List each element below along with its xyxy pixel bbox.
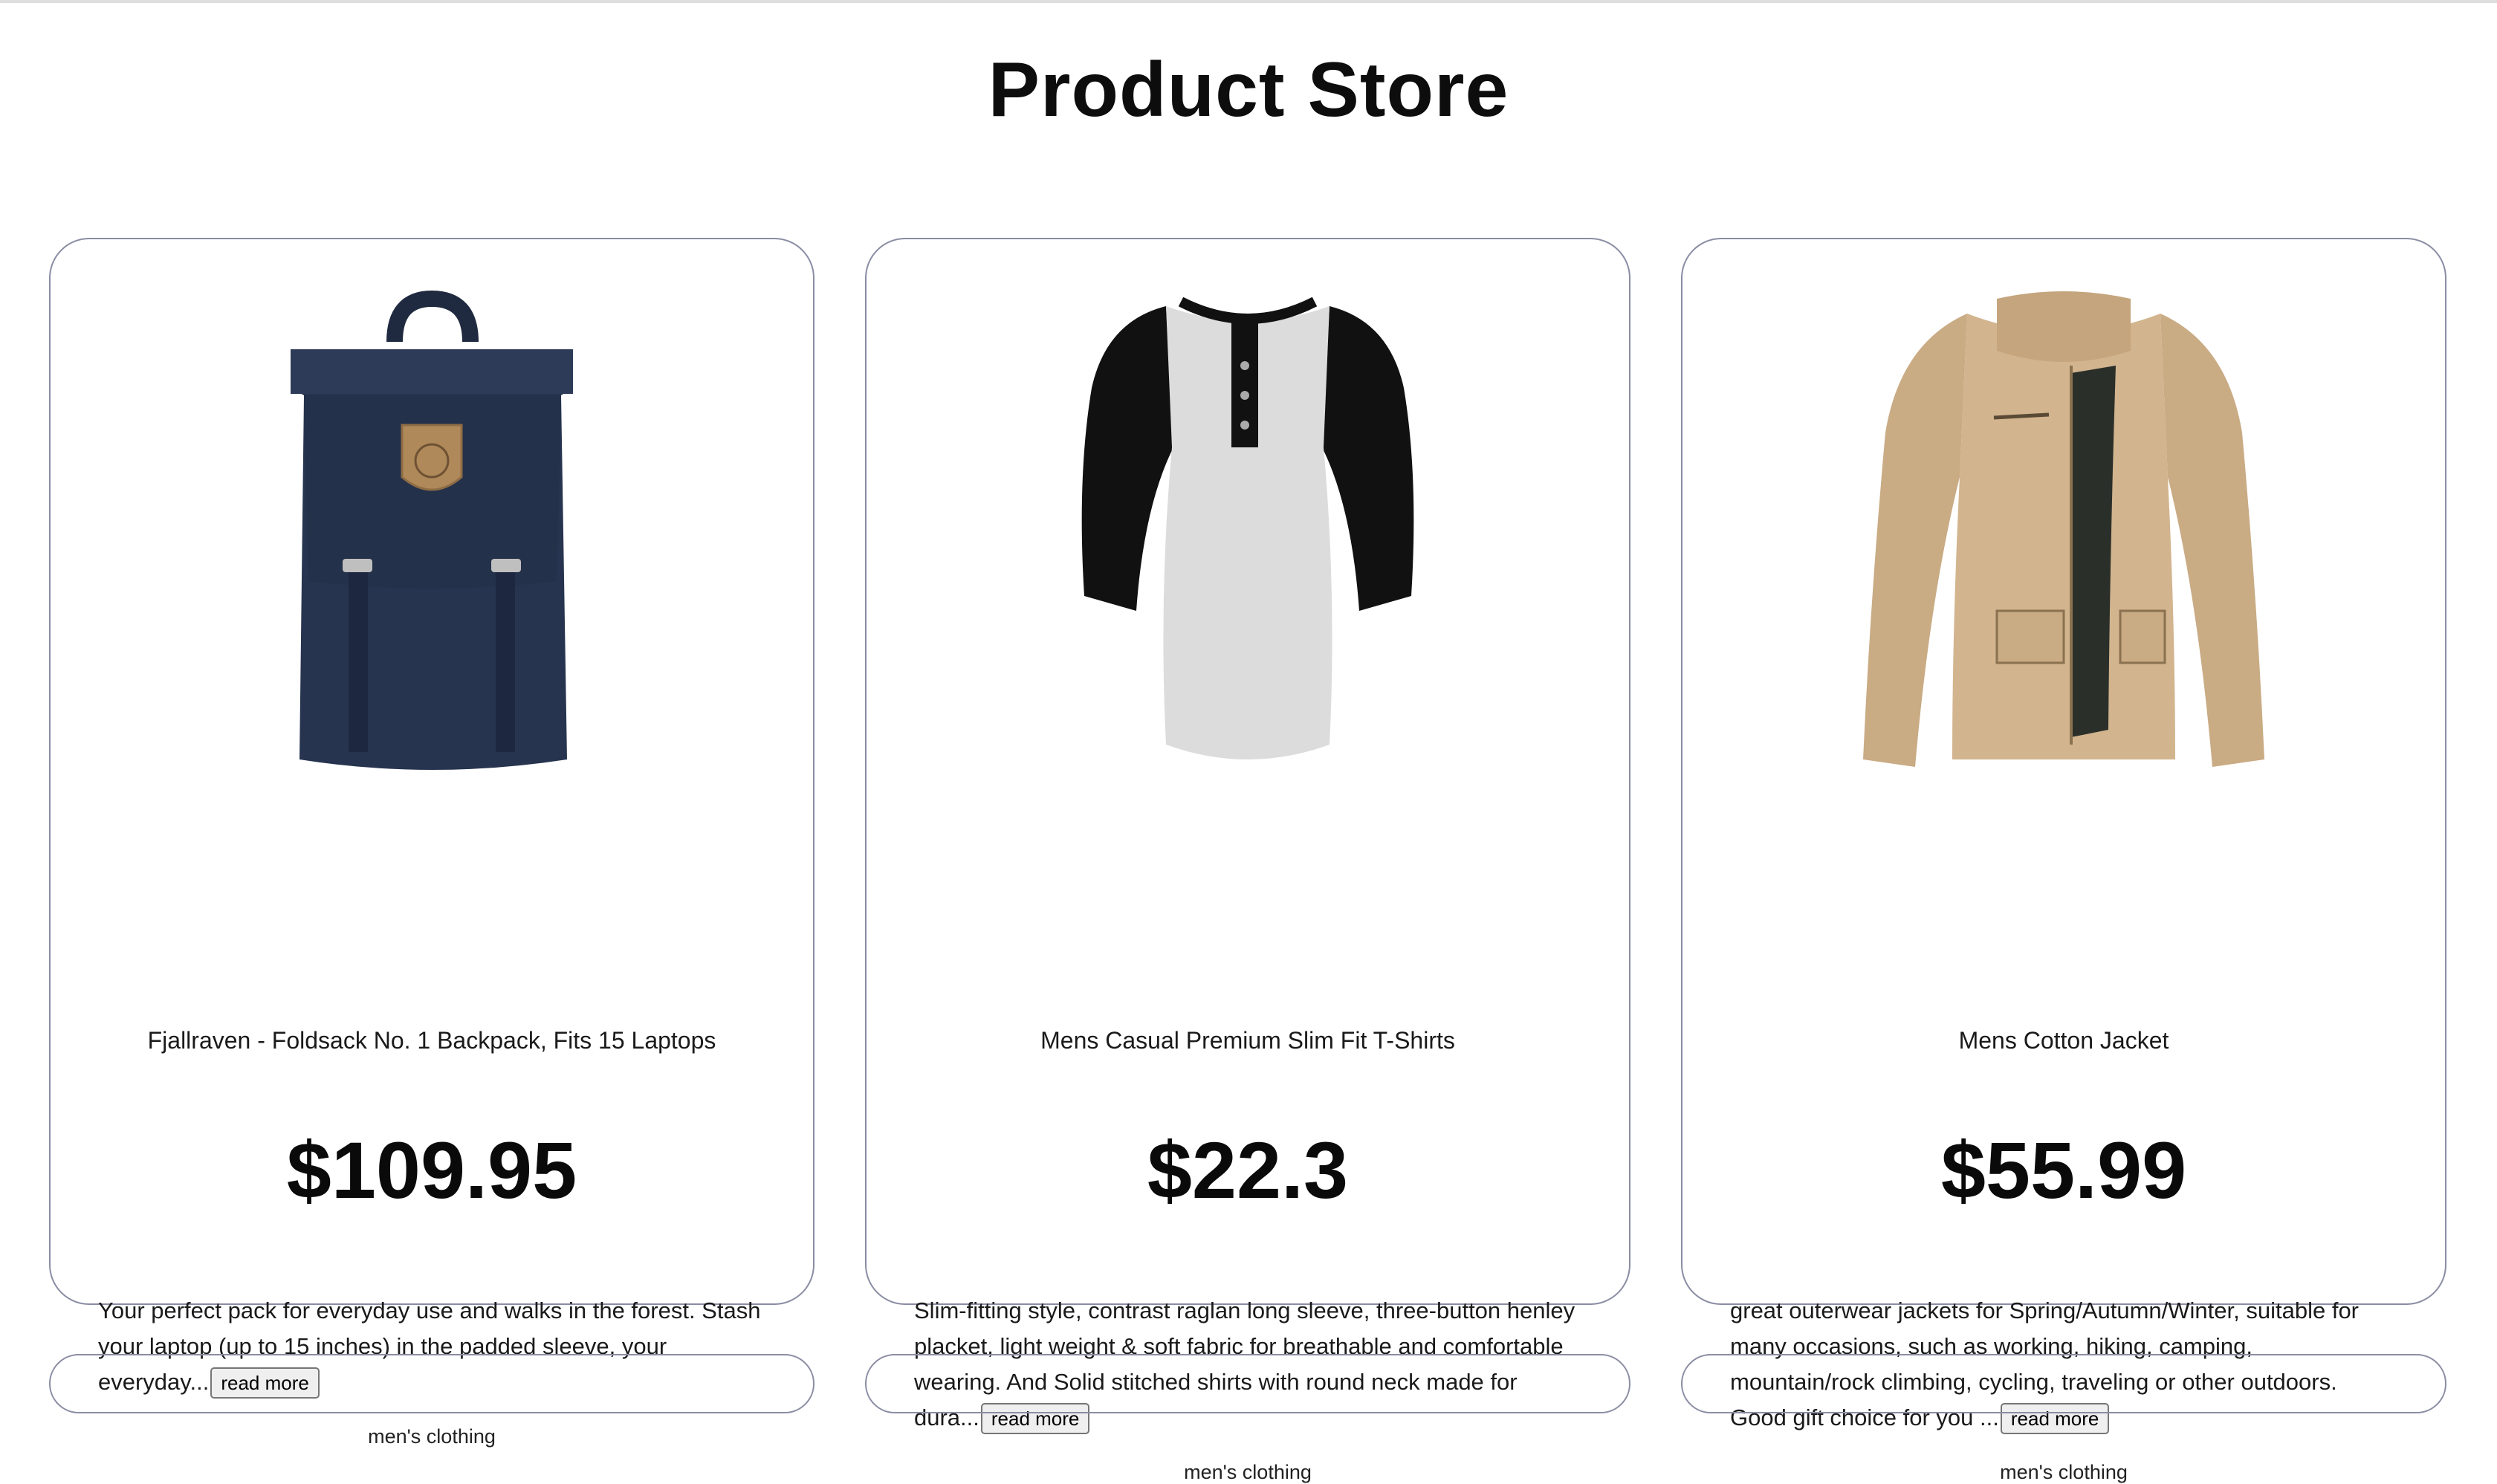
product-category: men's clothing [2000, 1461, 2128, 1483]
backpack-image [291, 290, 573, 770]
product-name: Fjallraven - Foldsack No. 1 Backpack, Fi… [147, 1027, 716, 1054]
tshirt-image [1081, 297, 1414, 759]
product-card-peek [865, 1354, 1630, 1413]
jacket-image [1863, 291, 2264, 767]
product-card-peek [1681, 1354, 2446, 1413]
top-divider [0, 0, 2497, 3]
product-category: men's clothing [368, 1425, 496, 1448]
product-image[interactable] [1683, 284, 2445, 1005]
product-card: Mens Cotton Jacket $55.99 great outerwea… [1681, 238, 2446, 1483]
product-image[interactable] [867, 284, 1629, 1005]
product-price: $55.99 [1940, 1125, 2187, 1215]
product-card: Mens Casual Premium Slim Fit T-Shirts $2… [865, 238, 1630, 1483]
product-name: Mens Casual Premium Slim Fit T-Shirts [1040, 1027, 1455, 1054]
product-name: Mens Cotton Jacket [1958, 1027, 2169, 1054]
product-card-peek [49, 1354, 814, 1413]
product-card: Fjallraven - Foldsack No. 1 Backpack, Fi… [49, 238, 814, 1448]
product-price: $109.95 [286, 1125, 577, 1215]
product-image[interactable] [51, 284, 813, 1005]
product-category: men's clothing [1184, 1461, 1312, 1483]
page-title: Product Store [988, 47, 1509, 133]
product-price: $22.3 [1147, 1125, 1349, 1215]
